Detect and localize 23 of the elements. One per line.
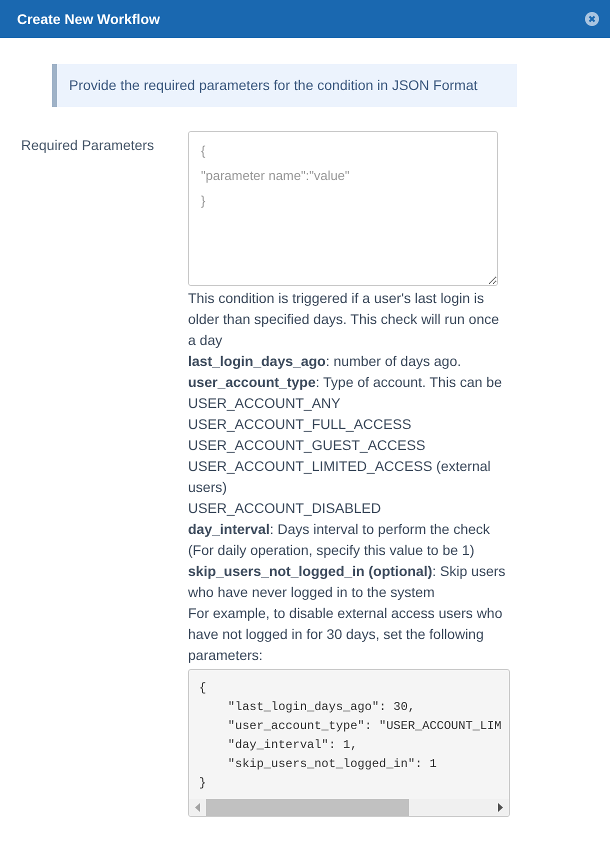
help-text: last_login_days_ago: number of days ago. xyxy=(188,352,462,371)
code-line: } xyxy=(199,775,206,792)
scrollbar-thumb[interactable] xyxy=(206,799,409,816)
code-line: "day_interval": 1, xyxy=(226,737,358,754)
close-icon[interactable] xyxy=(585,12,599,26)
window-title: Create New Workflow xyxy=(17,10,160,28)
help-text: USER_ACCOUNT_ANY xyxy=(188,394,342,413)
help-text: user_account_type: Type of account. This can be xyxy=(188,373,503,392)
field-label: Required Parameters xyxy=(21,137,154,153)
help-text: For example, to disable external access users who have not logged in for 30 days, set the following parameters: xyxy=(188,604,504,665)
code-line: "user_account_type": "USER_ACCOUNT_LIM xyxy=(226,718,502,735)
info-notice: Provide the required parameters for the condition in JSON Format xyxy=(52,64,517,107)
parameters-field[interactable]: { "parameter name":"value" } xyxy=(188,131,498,286)
help-text: USER_ACCOUNT_DISABLED xyxy=(188,499,382,518)
code-line: "skip_users_not_logged_in": 1 xyxy=(226,756,437,773)
help-text: USER_ACCOUNT_FULL_ACCESS xyxy=(188,415,412,434)
help-text: USER_ACCOUNT_GUEST_ACCESS xyxy=(188,436,426,455)
code-line: { xyxy=(199,680,206,697)
horizontal-scrollbar[interactable] xyxy=(189,799,509,816)
help-text: USER_ACCOUNT_LIMITED_ACCESS (external users) xyxy=(188,457,492,497)
code-line: "last_login_days_ago": 30, xyxy=(226,699,416,716)
help-text: skip_users_not_logged_in (optional): Skip users who have never logged in to the system xyxy=(188,562,506,602)
help-text: day_interval: Days interval to perform the check (For daily operation, specify this value to be 1) xyxy=(188,520,491,560)
